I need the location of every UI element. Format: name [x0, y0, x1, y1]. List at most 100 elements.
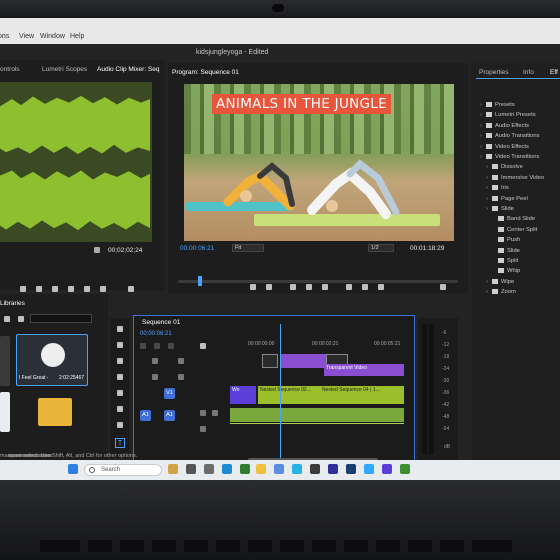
effects-tree-item[interactable]: › Lumetri Presets [480, 112, 536, 118]
razor-tool-icon[interactable] [117, 374, 123, 380]
tab-audio-clip-mixer[interactable]: Audio Clip Mixer: Seq [97, 66, 160, 73]
effects-tree-item[interactable]: › Presets [480, 102, 515, 108]
menu-item-partial[interactable]: ons [0, 33, 9, 40]
step-forward-icon[interactable] [322, 284, 328, 290]
clip-transparent-video[interactable]: Transparent Video [324, 364, 404, 376]
tab-info[interactable]: Info [523, 69, 534, 76]
play-icon[interactable] [52, 286, 58, 292]
mark-in-icon[interactable] [20, 286, 26, 292]
wrench-icon[interactable] [94, 247, 100, 253]
clip-nested-sequence-04[interactable]: Nested Sequence 04 | 1... [320, 386, 404, 404]
clip-nested-sequence-02[interactable]: Nested Sequence 02... [258, 386, 320, 404]
tab-effects[interactable]: Eff [550, 69, 558, 76]
folder-icon[interactable] [18, 316, 24, 322]
mark-in-icon[interactable] [250, 284, 256, 290]
library-item-white[interactable] [0, 392, 10, 432]
effects-tree-item[interactable]: Split [492, 258, 518, 264]
effects-tree-item[interactable]: › Video Effects [480, 143, 529, 150]
menu-item-window[interactable]: Window [40, 33, 65, 40]
microphone-icon[interactable] [212, 410, 218, 416]
lift-icon[interactable] [346, 284, 352, 290]
task-view-icon[interactable] [186, 464, 196, 474]
premiere-pro-icon[interactable] [328, 464, 338, 474]
pen-tool-icon[interactable] [117, 406, 123, 412]
tab-libraries[interactable]: Libraries [0, 300, 25, 307]
mute-icon[interactable] [200, 410, 206, 416]
mute-icon[interactable] [200, 426, 206, 432]
app-green-icon[interactable] [400, 464, 410, 474]
track-a1-target[interactable]: A1 [164, 410, 175, 421]
effects-tree-item[interactable]: › Page Peel [486, 195, 528, 202]
effects-tree-item[interactable]: › Video Transitions [480, 154, 539, 160]
effects-tree-item[interactable]: Whip [492, 268, 520, 274]
snap-icon[interactable] [140, 343, 146, 349]
video-clip-small[interactable] [262, 354, 278, 368]
effects-tree-item[interactable]: Center Split [492, 226, 537, 233]
wrench-icon[interactable] [200, 343, 206, 349]
edge-icon[interactable] [222, 464, 232, 474]
track-v1-target[interactable]: V1 [164, 388, 175, 399]
tab-program-monitor[interactable]: Program: Sequence 01 [172, 69, 239, 76]
slip-tool-icon[interactable] [117, 390, 123, 396]
menu-item-help[interactable]: Help [70, 33, 84, 40]
eye-icon[interactable] [4, 316, 10, 322]
file-explorer-icon[interactable] [256, 464, 266, 474]
audio-timecode[interactable]: 00;02;02;24 [108, 247, 142, 254]
tab-lumetri-scopes[interactable]: Lumetri Scopes [42, 66, 87, 73]
extract-icon[interactable] [362, 284, 368, 290]
taskbar-search-input[interactable]: Search [84, 464, 162, 476]
fit-dropdown[interactable]: Fit [232, 244, 264, 252]
tab-effect-controls[interactable]: ontrols [0, 66, 20, 73]
tab-properties[interactable]: Properties [479, 69, 509, 76]
lock-icon[interactable] [152, 358, 158, 364]
effects-tree-item[interactable]: › Audio Transitions [480, 133, 539, 139]
overwrite-icon[interactable] [100, 286, 106, 292]
store-icon[interactable] [310, 464, 320, 474]
effects-tree-item[interactable]: › Dissolve [486, 164, 523, 170]
chrome-icon[interactable] [240, 464, 250, 474]
library-item-partial[interactable] [0, 336, 10, 386]
photoshop-alt-icon[interactable] [364, 464, 374, 474]
type-tool-icon[interactable]: T [115, 438, 125, 448]
video-clip-purple-a[interactable] [280, 354, 326, 368]
effects-tree-item[interactable]: › Zoom [486, 289, 516, 295]
widgets-icon[interactable] [168, 464, 178, 474]
audio-volume-line[interactable] [230, 423, 404, 424]
audio-clip-a1[interactable] [230, 408, 404, 422]
hand-tool-icon[interactable] [117, 422, 123, 428]
linked-selection-icon[interactable] [154, 343, 160, 349]
effects-tree-item[interactable]: Band Slide [492, 216, 535, 222]
camera-icon[interactable] [204, 464, 214, 474]
play-icon[interactable] [306, 284, 312, 290]
export-frame-icon[interactable] [128, 286, 134, 292]
eye-icon[interactable] [178, 358, 184, 364]
program-current-timecode[interactable]: 00:00:06:21 [180, 245, 214, 252]
effects-tree-item[interactable]: › Wipe [486, 278, 514, 285]
resolution-dropdown[interactable]: 1/2 [368, 244, 394, 252]
lock-icon[interactable] [152, 374, 158, 380]
effects-tree-item[interactable]: Push [492, 237, 520, 243]
menu-item-view[interactable]: View [19, 33, 34, 40]
after-effects-icon[interactable] [382, 464, 392, 474]
timeline-timecode[interactable]: 00:00:06:21 [140, 331, 172, 337]
mail-icon[interactable] [274, 464, 284, 474]
effects-tree-item[interactable]: › Iris [486, 185, 509, 191]
track-select-icon[interactable] [117, 342, 123, 348]
step-back-icon[interactable] [36, 286, 42, 292]
program-scrub-bar[interactable] [178, 280, 458, 283]
step-forward-icon[interactable] [68, 286, 74, 292]
windows-start-icon[interactable] [68, 464, 78, 474]
step-back-icon[interactable] [290, 284, 296, 290]
add-marker-icon[interactable] [168, 343, 174, 349]
insert-icon[interactable] [84, 286, 90, 292]
eye-icon[interactable] [178, 374, 184, 380]
clip-wo[interactable]: Wo [230, 386, 256, 404]
waveform-area[interactable] [0, 82, 152, 242]
photoshop-icon[interactable] [346, 464, 356, 474]
tab-sequence[interactable]: Sequence 01 [142, 319, 180, 326]
add-button-icon[interactable] [440, 284, 446, 290]
library-item-audio[interactable]: I Feel Great - 2:02:25467 [16, 334, 88, 386]
library-search-input[interactable] [30, 314, 92, 323]
effects-tree-item[interactable]: Slide [492, 247, 520, 254]
program-playhead[interactable] [198, 276, 202, 286]
